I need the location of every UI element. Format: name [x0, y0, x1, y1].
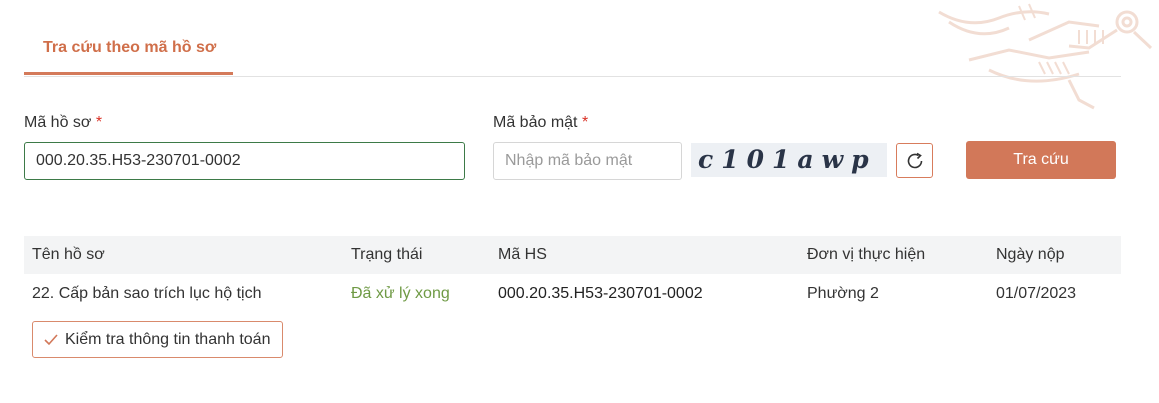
required-mark: * — [95, 114, 103, 131]
tab-label: Tra cứu theo mã hồ sơ — [43, 39, 217, 56]
check-payment-label: Kiểm tra thông tin thanh toán — [65, 330, 271, 348]
lookup-page: Tra cứu theo mã hồ sơ Mã hồ sơ * Mã bảo … — [0, 0, 1159, 403]
header-date: Ngày nộp — [996, 246, 1065, 263]
cell-code: 000.20.35.H53-230701-0002 — [498, 285, 703, 302]
code-label-text: Mã hồ sơ — [24, 114, 92, 131]
record-code-input[interactable] — [24, 142, 465, 180]
refresh-captcha-button[interactable] — [896, 143, 933, 178]
cell-unit: Phường 2 — [807, 285, 879, 302]
code-label: Mã hồ sơ * — [24, 114, 102, 132]
required-mark: * — [581, 114, 589, 131]
status-badge: Đã xử lý xong — [351, 285, 450, 302]
refresh-icon — [907, 152, 922, 168]
cell-date: 01/07/2023 — [996, 285, 1077, 302]
cell-name: 22. Cấp bản sao trích lục hộ tịch — [32, 285, 262, 302]
header-name: Tên hồ sơ — [32, 246, 105, 263]
active-tab-indicator — [24, 72, 233, 75]
security-label: Mã bảo mật * — [493, 114, 588, 132]
check-payment-button[interactable]: Kiểm tra thông tin thanh toán — [32, 321, 284, 358]
captcha-image: c101awp — [691, 143, 887, 177]
header-code: Mã HS — [498, 246, 547, 263]
table-header: Tên hồ sơ Trạng thái Mã HS Đơn vị thực h… — [24, 236, 1121, 274]
tab-bar: Tra cứu theo mã hồ sơ — [24, 0, 1121, 77]
tab-lookup-by-code[interactable]: Tra cứu theo mã hồ sơ — [24, 36, 233, 75]
security-label-text: Mã bảo mật — [493, 114, 578, 131]
table-row: 22. Cấp bản sao trích lục hộ tịch Đã xử … — [24, 274, 1121, 314]
header-status: Trạng thái — [351, 246, 423, 263]
results-table: Tên hồ sơ Trạng thái Mã HS Đơn vị thực h… — [24, 236, 1121, 314]
header-unit: Đơn vị thực hiện — [807, 246, 926, 263]
search-button[interactable]: Tra cứu — [966, 141, 1116, 179]
check-icon — [44, 333, 58, 345]
security-code-input[interactable] — [493, 142, 682, 180]
